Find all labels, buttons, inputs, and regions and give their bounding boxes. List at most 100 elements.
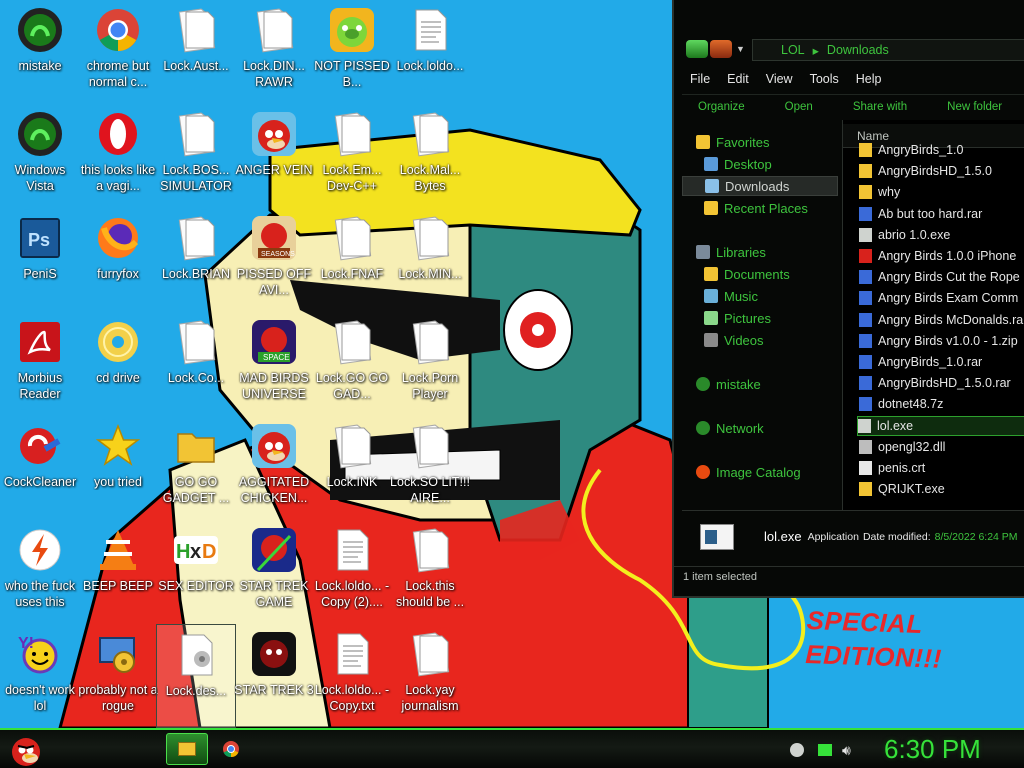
menu-tools[interactable]: Tools [810,68,839,90]
file-name: Angry Birds Cut the Rope [878,270,1020,285]
menu-view[interactable]: View [766,68,793,90]
desktop-shortcut[interactable]: Lock.Mal... Bytes [390,104,470,208]
file-row[interactable]: QRIJKT.exe [859,479,1024,499]
file-row[interactable]: AngryBirdsHD_1.5.0.rar [859,373,1024,393]
desktop-shortcut[interactable]: Ps PeniS [0,208,80,312]
organize-button[interactable]: Organize [698,101,745,113]
back-button[interactable] [686,40,708,58]
menu-file[interactable]: File [690,68,710,90]
file-row[interactable]: why [859,182,1024,202]
forward-button[interactable] [710,40,732,58]
nav-item[interactable]: Documents [682,264,838,284]
desktop-shortcut[interactable]: SPACE MAD BIRDS UNIVERSE [234,312,314,416]
start-button[interactable] [6,730,46,768]
breadcrumb-separator-icon: ▸ [812,43,819,58]
nav-item[interactable]: Favorites [682,132,838,152]
desktop-shortcut[interactable]: Lock.GO GO GAD... [312,312,392,416]
nav-item[interactable]: Downloads [682,176,838,196]
desktop-shortcut[interactable]: cd drive [78,312,158,416]
desktop-shortcut[interactable]: Lock.FNAF [312,208,392,312]
nav-item[interactable]: Recent Places [682,198,838,218]
desktop-shortcut[interactable]: Lock.BOS... SIMULATOR [156,104,236,208]
desktop-shortcut[interactable]: Lock.SO LIT!!! AIRE... [390,416,470,520]
menu-edit[interactable]: Edit [727,68,749,90]
nav-item[interactable]: Libraries [682,242,838,262]
desktop-shortcut[interactable]: STAR TREK GAME [234,520,314,624]
desktop-shortcut[interactable]: furryfox [78,208,158,312]
file-row[interactable]: Ab but too hard.rar [859,204,1024,224]
desktop-shortcut[interactable]: this looks like a vagi... [78,104,158,208]
desktop-shortcut[interactable]: Morbius Reader [0,312,80,416]
desktop-shortcut[interactable]: Lock.Co... [156,312,236,416]
angry-bird-icon [250,110,298,158]
svg-text:Y!: Y! [18,635,34,652]
desktop-shortcut[interactable]: Lock.loldo... - Copy.txt [312,624,392,728]
file-row[interactable]: AngryBirdsHD_1.5.0 [859,161,1024,181]
desktop-shortcut[interactable]: AGGITATED CHICKEN... [234,416,314,520]
desktop-shortcut[interactable]: Lock.BRIAN [156,208,236,312]
new-folder-button[interactable]: New folder [947,101,1002,113]
desktop-shortcut[interactable]: Lock.Aust... [156,0,236,104]
volume-icon[interactable]: 🔊︎ [842,742,851,759]
open-button[interactable]: Open [785,101,813,113]
desktop-shortcut[interactable]: GO GO GADGET ... [156,416,236,520]
desktop-shortcut[interactable]: Lock.des... [156,624,236,728]
file-row[interactable]: AngryBirds_1.0.rar [859,352,1024,372]
desktop-shortcut[interactable]: NOT PISSED B... [312,0,392,104]
nav-item[interactable]: Pictures [682,308,838,328]
nav-item[interactable]: mistake [682,374,838,394]
desktop-shortcut[interactable]: Lock.loldo... [390,0,470,104]
taskbar-clock[interactable]: 6:30 PM [884,734,981,765]
file-row[interactable]: lol.exe [857,415,1024,436]
file-row[interactable]: Angry Birds Exam Comm [859,288,1024,308]
file-row[interactable]: Angry Birds v1.0.0 - 1.zip [859,331,1024,351]
file-row[interactable]: opengl32.dll [859,437,1024,457]
desktop-shortcut[interactable]: chrome but normal c... [78,0,158,104]
desktop-shortcut[interactable]: Windows Vista [0,104,80,208]
nav-item[interactable]: Videos [682,330,838,350]
menu-help[interactable]: Help [856,68,882,90]
nav-item[interactable]: Desktop [682,154,838,174]
desktop-shortcut[interactable]: Lock.loldo... - Copy (2).... [312,520,392,624]
nav-item[interactable]: Music [682,286,838,306]
file-row[interactable]: Angry Birds McDonalds.ra [859,310,1024,330]
desktop-shortcut[interactable]: Lock.this should be ... [390,520,470,624]
breadcrumb-downloads[interactable]: Downloads [827,43,889,57]
desktop-shortcut[interactable]: you tried [78,416,158,520]
desktop-shortcut[interactable]: Lock.MIN... [390,208,470,312]
desktop-shortcut[interactable]: Lock.Porn Player [390,312,470,416]
angry-birds-star-wars-icon [250,526,298,574]
file-row[interactable]: abrio 1.0.exe [859,225,1024,245]
desktop-shortcut[interactable]: CockCleaner [0,416,80,520]
file-name: abrio 1.0.exe [878,227,951,242]
nav-item[interactable]: Image Catalog [682,462,838,482]
file-row[interactable]: penis.crt [859,458,1024,478]
action-center-icon[interactable] [790,743,804,757]
desktop-shortcut[interactable]: ANGER VEIN [234,104,314,208]
file-row[interactable]: Angry Birds Cut the Rope [859,267,1024,287]
taskbar-chrome-button[interactable] [210,733,252,765]
desktop-shortcut[interactable]: Lock.DIN... RAWR [234,0,314,104]
favorites-star-icon [696,135,710,149]
file-row[interactable]: Angry Birds 1.0.0 iPhone [859,246,1024,266]
recent-pages-chevron-icon[interactable]: ▼ [736,44,745,54]
desktop-shortcut[interactable]: Lock.yay journalism [390,624,470,728]
desktop-shortcut[interactable]: Lock.Em... Dev-C++ [312,104,392,208]
address-bar[interactable]: LOL ▸ Downloads [752,39,1024,61]
file-row[interactable]: AngryBirds_1.0 [859,140,1024,160]
desktop-shortcut[interactable]: mistake [0,0,80,104]
file-row[interactable]: dotnet48.7z [859,394,1024,414]
desktop-shortcut[interactable]: STAR TREK 3 [234,624,314,728]
desktop-shortcut[interactable]: Hx D SEX EDITOR [156,520,236,624]
desktop-shortcut[interactable]: Y! doesn't work lol [0,624,80,728]
desktop-shortcut[interactable]: BEEP BEEP [78,520,158,624]
desktop-shortcut[interactable]: who the fuck uses this [0,520,80,624]
desktop-shortcut[interactable]: Lock.INK [312,416,392,520]
desktop-shortcut[interactable]: probably not a rogue [78,624,158,728]
breadcrumb-lol[interactable]: LOL [781,43,805,57]
taskbar-explorer-button[interactable] [166,733,208,765]
desktop-shortcut[interactable]: SEASONS PISSED OFF AVI... [234,208,314,312]
network-status-icon[interactable] [818,744,832,756]
nav-item[interactable]: Network [682,418,838,438]
share-with-button[interactable]: Share with [853,101,907,113]
